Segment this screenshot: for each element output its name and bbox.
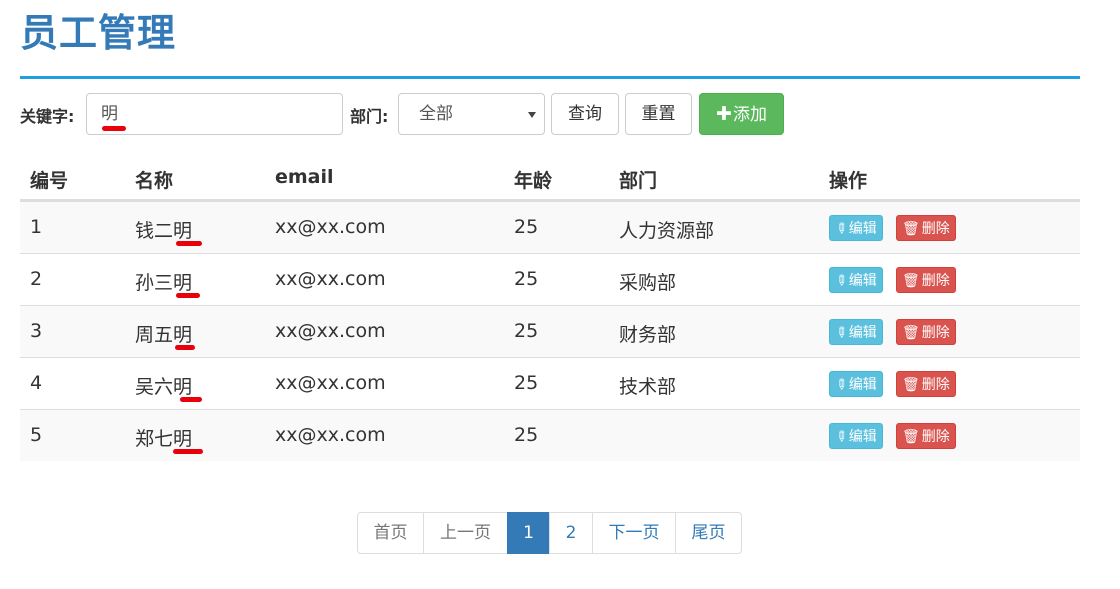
title-divider xyxy=(20,76,1080,79)
highlight-mark xyxy=(175,345,195,350)
cell-email: xx@xx.com xyxy=(275,320,386,342)
edit-button[interactable]: ✎编辑 xyxy=(829,267,883,293)
header-id: 编号 xyxy=(30,170,69,192)
plus-icon: ✚ xyxy=(716,103,732,125)
delete-button[interactable]: 🗑 删除 xyxy=(896,215,956,241)
edit-button[interactable]: ✎编辑 xyxy=(829,215,883,241)
cell-age: 25 xyxy=(514,372,539,394)
table-row: 1 钱二明 xx@xx.com 25 人力资源部 ✎编辑 🗑 删除 xyxy=(20,201,1080,253)
pagination: 首页 上一页 1 2 下一页 尾页 xyxy=(357,512,742,554)
highlight-mark xyxy=(176,293,200,298)
add-button[interactable]: ✚添加 xyxy=(699,93,784,135)
cell-department: 技术部 xyxy=(619,376,677,398)
keyword-input[interactable]: 明 xyxy=(86,93,343,135)
cell-email: xx@xx.com xyxy=(275,372,386,394)
caret-down-icon xyxy=(528,112,536,118)
employee-table: 编号 名称 email 年龄 部门 操作 1 钱二明 xx@xx.com 25 … xyxy=(20,154,1080,461)
page-2[interactable]: 2 xyxy=(549,512,593,554)
page-prev[interactable]: 上一页 xyxy=(423,512,508,554)
keyword-label: 关键字: xyxy=(20,107,75,126)
trash-icon: 🗑 xyxy=(902,377,920,393)
cell-name: 吴六明 xyxy=(135,372,202,402)
highlight-mark xyxy=(176,241,202,246)
cell-age: 25 xyxy=(514,216,539,238)
query-button[interactable]: 查询 xyxy=(551,93,619,135)
department-select-value: 全部 xyxy=(419,104,453,124)
cell-email: xx@xx.com xyxy=(275,216,386,238)
employee-management-page: 员工管理 关键字: 明 部门: 全部 查询 重置 ✚添加 编号 名称 email… xyxy=(0,0,1120,589)
cell-age: 25 xyxy=(514,320,539,342)
page-first[interactable]: 首页 xyxy=(357,512,424,554)
header-name: 名称 xyxy=(135,170,174,192)
table-row: 2 孙三明 xx@xx.com 25 采购部 ✎编辑 🗑 删除 xyxy=(20,253,1080,305)
add-button-label: 添加 xyxy=(732,105,767,125)
header-age: 年龄 xyxy=(514,170,553,192)
cell-age: 25 xyxy=(514,424,539,446)
cell-id: 4 xyxy=(30,372,43,394)
delete-button[interactable]: 🗑 删除 xyxy=(896,267,956,293)
page-title: 员工管理 xyxy=(20,11,177,55)
cell-email: xx@xx.com xyxy=(275,424,386,446)
cell-name: 郑七明 xyxy=(135,424,203,454)
highlight-mark xyxy=(173,449,203,454)
highlight-mark xyxy=(180,397,202,402)
table-row: 3 周五明 xx@xx.com 25 财务部 ✎编辑 🗑 删除 xyxy=(20,305,1080,357)
cell-email: xx@xx.com xyxy=(275,268,386,290)
page-1[interactable]: 1 xyxy=(507,512,550,554)
header-email: email xyxy=(275,166,334,188)
cell-id: 1 xyxy=(30,216,43,238)
cell-department: 财务部 xyxy=(619,324,677,346)
delete-button[interactable]: 🗑 删除 xyxy=(896,319,956,345)
trash-icon: 🗑 xyxy=(902,221,920,237)
highlight-mark xyxy=(102,126,126,131)
trash-icon: 🗑 xyxy=(902,325,920,341)
cell-id: 2 xyxy=(30,268,43,290)
table-row: 4 吴六明 xx@xx.com 25 技术部 ✎编辑 🗑 删除 xyxy=(20,357,1080,409)
cell-id: 5 xyxy=(30,424,43,446)
page-last[interactable]: 尾页 xyxy=(675,512,742,554)
keyword-input-value: 明 xyxy=(101,94,126,134)
reset-button[interactable]: 重置 xyxy=(625,93,692,135)
cell-department: 采购部 xyxy=(619,272,677,294)
header-actions: 操作 xyxy=(829,170,868,192)
edit-button[interactable]: ✎编辑 xyxy=(829,371,883,397)
delete-button[interactable]: 🗑 删除 xyxy=(896,371,956,397)
page-next[interactable]: 下一页 xyxy=(592,512,676,554)
table-row: 5 郑七明 xx@xx.com 25 ✎编辑 🗑 删除 xyxy=(20,409,1080,461)
table-header: 编号 名称 email 年龄 部门 操作 xyxy=(20,154,1080,201)
header-department: 部门 xyxy=(619,170,658,192)
trash-icon: 🗑 xyxy=(902,273,920,289)
cell-age: 25 xyxy=(514,268,539,290)
cell-name: 孙三明 xyxy=(135,268,200,298)
cell-department: 人力资源部 xyxy=(619,220,715,242)
edit-button[interactable]: ✎编辑 xyxy=(829,319,883,345)
edit-button[interactable]: ✎编辑 xyxy=(829,423,883,449)
department-label: 部门: xyxy=(350,107,389,126)
delete-button[interactable]: 🗑 删除 xyxy=(896,423,956,449)
cell-name: 钱二明 xyxy=(135,216,202,246)
cell-name: 周五明 xyxy=(135,320,195,350)
department-select[interactable]: 全部 xyxy=(398,93,545,135)
cell-id: 3 xyxy=(30,320,43,342)
trash-icon: 🗑 xyxy=(902,429,920,445)
